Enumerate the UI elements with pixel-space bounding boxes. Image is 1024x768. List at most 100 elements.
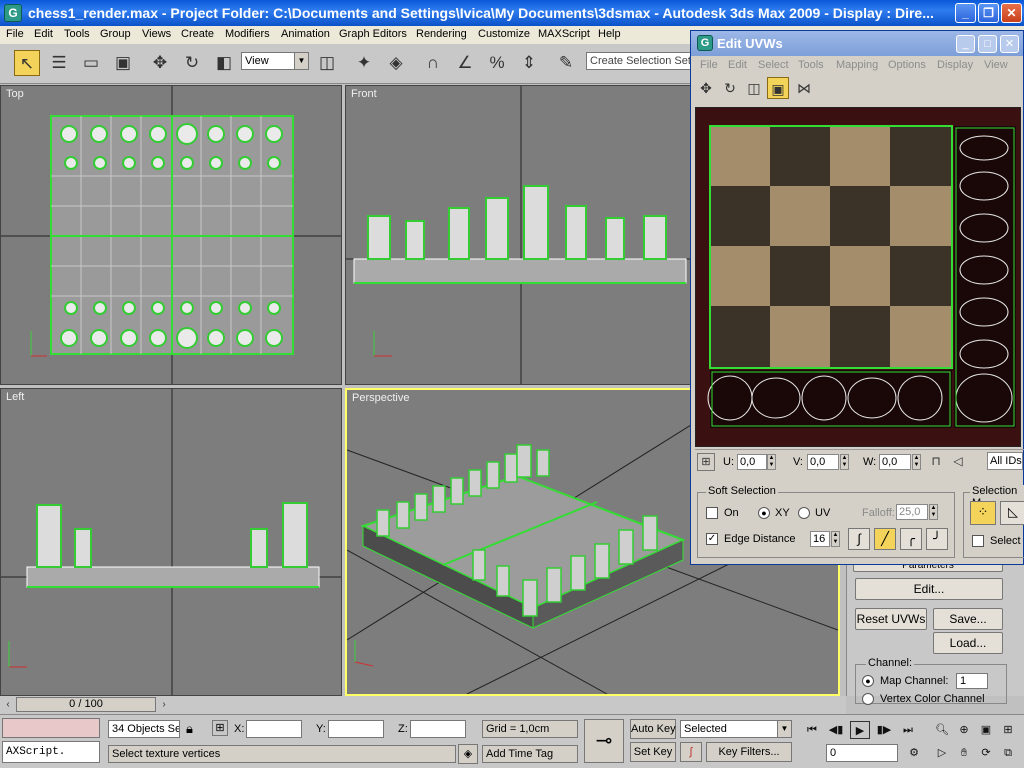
pan-view-icon[interactable]: ✋︎: [954, 744, 974, 762]
z-coordinate-field[interactable]: [410, 720, 466, 738]
menu-animation[interactable]: Animation: [281, 28, 330, 40]
menu-tools[interactable]: Tools: [64, 28, 90, 40]
move-icon[interactable]: ✥: [147, 50, 173, 76]
menu-create[interactable]: Create: [181, 28, 214, 40]
uvw-menu-options[interactable]: Options: [888, 59, 926, 71]
viewport-front[interactable]: Front: [345, 85, 691, 385]
select-and-manipulate-icon[interactable]: ✦: [351, 50, 377, 76]
falloff-spinner[interactable]: ▲ ▼: [929, 504, 938, 520]
falloff-slow-out-icon[interactable]: ╭: [900, 528, 922, 550]
angle-snap-icon[interactable]: ∠: [452, 50, 478, 76]
soft-selection-on-checkbox[interactable]: [706, 507, 718, 519]
save-button[interactable]: Save...: [933, 608, 1003, 630]
edit-named-selection-icon[interactable]: ✎: [553, 50, 579, 76]
absolute-mode-icon[interactable]: ⊞: [212, 720, 228, 736]
maxscript-listener[interactable]: AXScript.: [2, 741, 100, 763]
menu-file[interactable]: File: [6, 28, 24, 40]
x-coordinate-field[interactable]: [246, 720, 302, 738]
time-tag-icon[interactable]: ◈: [458, 744, 478, 764]
minimize-button[interactable]: _: [955, 3, 976, 23]
spinner-snap-icon[interactable]: ⇕: [516, 50, 542, 76]
uvw-menu-tools[interactable]: Tools: [798, 59, 824, 71]
uvw-minimize-button[interactable]: _: [956, 35, 975, 53]
uvw-menu-select[interactable]: Select: [758, 59, 789, 71]
time-configuration-icon[interactable]: ⚙: [904, 744, 924, 762]
absolute-relative-icon[interactable]: ⊞: [697, 453, 715, 471]
u-spinner[interactable]: ▲ ▼: [767, 454, 776, 470]
edge-distance-field[interactable]: 16: [810, 531, 830, 547]
menu-edit[interactable]: Edit: [34, 28, 53, 40]
uvw-freeform-icon[interactable]: ▣: [767, 77, 789, 99]
menu-group[interactable]: Group: [100, 28, 131, 40]
current-frame-field[interactable]: 0: [826, 744, 898, 762]
hide-icon[interactable]: ◁: [949, 453, 967, 471]
set-key-button[interactable]: Set Key: [630, 742, 676, 762]
viewport-top[interactable]: Top: [0, 85, 342, 385]
rectangular-selection-icon[interactable]: ▭: [78, 50, 104, 76]
named-selection-set-field[interactable]: Create Selection Set: [586, 52, 691, 70]
percent-snap-icon[interactable]: %: [484, 50, 510, 76]
menu-customize[interactable]: Customize: [478, 28, 530, 40]
time-slider[interactable]: ‹ 0 / 100 ›: [0, 696, 846, 714]
time-next-icon[interactable]: ›: [158, 697, 170, 712]
select-object-icon[interactable]: ↖: [14, 50, 40, 76]
uvw-rotate-icon[interactable]: ↻: [719, 77, 741, 99]
uvw-editor-canvas[interactable]: [695, 107, 1021, 447]
zoom-extents-all-icon[interactable]: ⊞: [998, 721, 1018, 739]
select-element-checkbox[interactable]: [972, 535, 984, 547]
v-spinner[interactable]: ▲ ▼: [840, 454, 849, 470]
add-time-tag[interactable]: Add Time Tag: [482, 745, 578, 763]
menu-graph-editors[interactable]: Graph Editors: [339, 28, 407, 40]
w-spinner[interactable]: ▲ ▼: [912, 454, 921, 470]
falloff-linear-icon[interactable]: ╱: [874, 528, 896, 550]
edit-uvws-title-bar[interactable]: G Edit UVWs _ □ ✕: [691, 31, 1023, 56]
chevron-down-icon[interactable]: ▼: [777, 721, 791, 737]
u-field[interactable]: 0,0: [737, 454, 767, 470]
orbit-icon[interactable]: ⟳: [976, 744, 996, 762]
scale-icon[interactable]: ◧: [211, 50, 237, 76]
load-button[interactable]: Load...: [933, 632, 1003, 654]
viewport-label-perspective[interactable]: Perspective: [352, 392, 409, 404]
edit-uvws-button[interactable]: Edit...: [855, 578, 1003, 600]
snap-toggle-icon[interactable]: ∩: [420, 50, 446, 76]
zoom-extents-icon[interactable]: ▣: [976, 721, 996, 739]
falloff-field[interactable]: 25,0: [896, 504, 928, 520]
previous-frame-icon[interactable]: ◀▮: [826, 721, 846, 739]
vertex-sub-object-icon[interactable]: ⁘: [970, 501, 996, 525]
map-channel-radio[interactable]: ●: [862, 675, 874, 687]
selected-dropdown[interactable]: Selected ▼: [680, 720, 792, 738]
y-coordinate-field[interactable]: [328, 720, 384, 738]
viewport-label-front[interactable]: Front: [351, 88, 377, 100]
menu-help[interactable]: Help: [598, 28, 621, 40]
pivot-center-icon[interactable]: ◫: [314, 50, 340, 76]
viewport-left[interactable]: Left: [0, 388, 342, 696]
default-in-out-tangent-icon[interactable]: ∫: [680, 742, 702, 762]
go-to-end-icon[interactable]: ⏭: [898, 721, 918, 739]
select-by-name-icon[interactable]: ☰: [46, 50, 72, 76]
uvw-move-icon[interactable]: ✥: [695, 77, 717, 99]
edge-sub-object-icon[interactable]: ◺: [1000, 501, 1024, 525]
map-channel-field[interactable]: 1: [956, 673, 988, 689]
chevron-down-icon[interactable]: ▼: [294, 53, 308, 69]
edit-uvws-window[interactable]: G Edit UVWs _ □ ✕ File Edit Select Tools…: [690, 30, 1024, 565]
auto-key-button[interactable]: Auto Key: [630, 719, 676, 739]
vertex-color-radio[interactable]: [862, 693, 874, 705]
maximize-button[interactable]: ❐: [978, 3, 999, 23]
menu-modifiers[interactable]: Modifiers: [225, 28, 270, 40]
selection-lock-icon[interactable]: 🔒︎: [186, 721, 193, 737]
window-crossing-icon[interactable]: ▣: [110, 50, 136, 76]
edge-distance-spinner[interactable]: ▲ ▼: [831, 531, 840, 547]
keyboard-shortcut-icon[interactable]: ◈: [383, 50, 409, 76]
uvw-scale-icon[interactable]: ◫: [743, 77, 765, 99]
go-to-start-icon[interactable]: ⏮: [802, 721, 822, 739]
rotate-icon[interactable]: ↻: [179, 50, 205, 76]
3dsmax-app-icon[interactable]: G: [4, 4, 22, 22]
uvw-menu-view[interactable]: View: [984, 59, 1008, 71]
zoom-icon[interactable]: 🔍︎: [932, 721, 952, 739]
uvw-maximize-button[interactable]: □: [978, 35, 997, 53]
field-of-view-icon[interactable]: ▷: [932, 744, 952, 762]
v-field[interactable]: 0,0: [807, 454, 839, 470]
falloff-smooth-icon[interactable]: ∫: [848, 528, 870, 550]
key-mode-icon[interactable]: ⊸: [584, 719, 624, 763]
maximize-viewport-icon[interactable]: ⧉: [998, 744, 1018, 762]
